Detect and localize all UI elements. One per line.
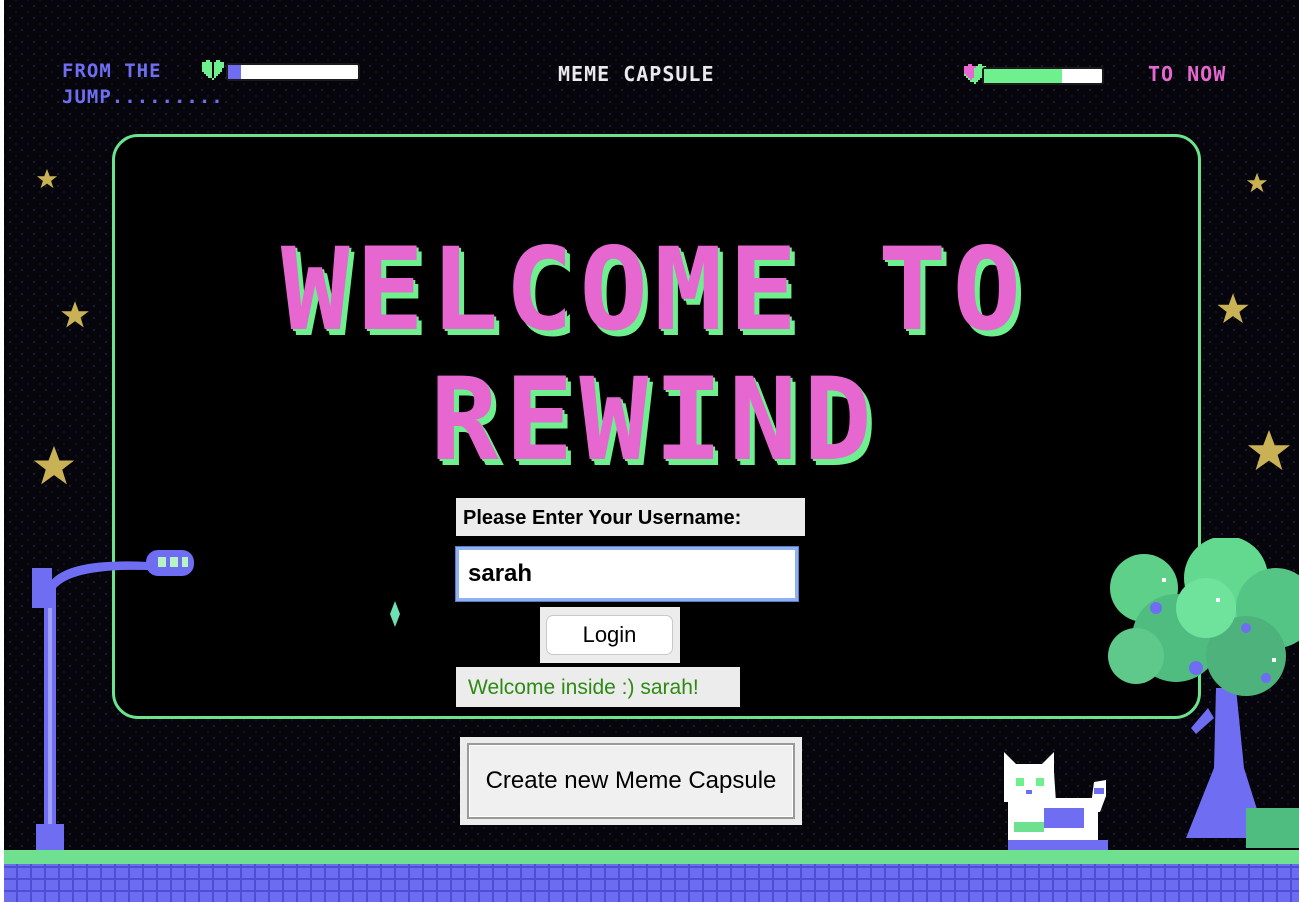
star-icon [1246,172,1268,193]
pixel-cat [1004,752,1108,850]
page-title: MEME CAPSULE [558,62,715,86]
brick-ground [4,850,1299,902]
game-scene: FROM THE JUMP......... MEME CAPSULE TO N… [4,0,1299,902]
login-button[interactable]: Login [546,615,673,655]
star-icon [1217,293,1249,324]
username-input[interactable] [455,546,799,602]
pixel-tree [1108,538,1299,848]
from-the-jump-text: FROM THE JUMP......... [62,60,224,108]
progress-bar-left [226,63,360,81]
progress-bar-right [982,67,1104,85]
sparkle-icon [390,601,400,627]
username-label: Please Enter Your Username: [456,498,805,536]
welcome-line-2: REWIND [430,353,878,486]
welcome-heading: WELCOME TO REWIND [164,225,1144,485]
create-meme-capsule-button[interactable]: Create new Meme Capsule [467,743,795,819]
login-button-container: Login [540,607,680,663]
street-lamp [32,550,194,850]
star-icon [33,445,75,485]
create-capsule-container: Create new Meme Capsule [460,737,802,825]
welcome-line-1: WELCOME TO [280,223,1028,356]
to-now-text: TO NOW [1148,62,1227,86]
star-icon [1247,429,1291,471]
star-icon [36,168,58,189]
heart-icon [202,60,224,80]
welcome-status-message: Welcome inside :) sarah! [456,667,740,707]
star-icon [61,301,89,328]
